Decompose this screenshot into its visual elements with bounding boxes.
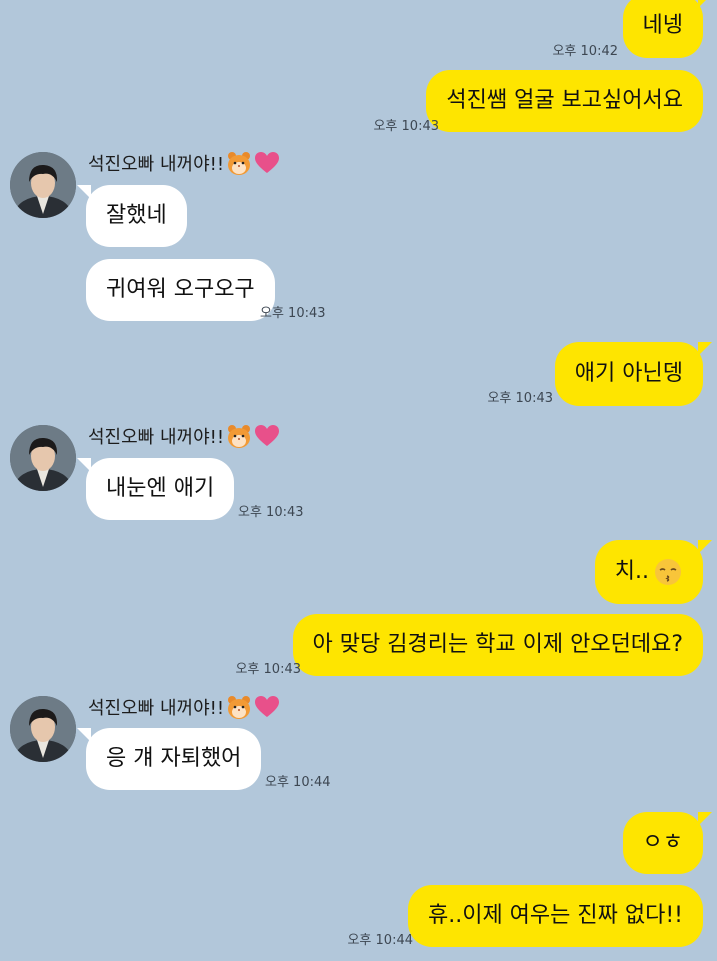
hamster-face-icon [228, 425, 251, 448]
hamster-face-icon [228, 696, 251, 719]
message-timestamp: 오후 10:44 [347, 933, 413, 948]
kissing-face-icon [655, 559, 681, 585]
contact-name: 석진오빠 내꺼야!! [88, 694, 280, 720]
message-text: 치.. [614, 559, 649, 584]
message-timestamp: 오후 10:43 [487, 391, 553, 406]
message-bubble-outgoing[interactable]: 치.. [594, 540, 713, 604]
message-text: 네넹 [642, 13, 683, 38]
message-timestamp: 오후 10:43 [373, 119, 439, 134]
message-timestamp: 오후 10:42 [552, 44, 618, 59]
message-text: 잘했네 [106, 203, 167, 228]
message-text: 아 맞당 김경리는 학교 이제 안오던데요? [312, 632, 683, 657]
message-text: 휴..이제 여우는 진짜 없다!! [427, 903, 683, 928]
heart-icon [255, 696, 280, 717]
message-bubble-outgoing[interactable]: ㅇㅎ [622, 812, 713, 874]
message-text: 응 걔 자퇴했어 [106, 746, 242, 771]
message-bubble-incoming[interactable]: 내눈엔 애기 [76, 458, 235, 520]
message-text: ㅇㅎ [642, 830, 683, 855]
message-timestamp: 오후 10:44 [265, 775, 331, 790]
heart-icon [255, 425, 280, 446]
message-timestamp: 오후 10:43 [260, 306, 326, 321]
message-bubble-outgoing[interactable]: 애기 아닌뎅 [554, 342, 713, 406]
message-bubble-outgoing[interactable]: 석진쌤 얼굴 보고싶어서요 [426, 70, 703, 132]
contact-name: 석진오빠 내꺼야!! [88, 423, 280, 449]
message-timestamp: 오후 10:43 [238, 505, 304, 520]
contact-avatar[interactable] [10, 152, 76, 218]
message-bubble-outgoing[interactable]: 네넹 [622, 0, 713, 58]
profile-photo-icon [10, 152, 76, 218]
message-text: 애기 아닌뎅 [574, 361, 683, 386]
message-bubble-incoming[interactable]: 잘했네 [77, 185, 187, 247]
contact-name: 석진오빠 내꺼야!! [88, 150, 280, 176]
message-bubble-incoming[interactable]: 귀여워 오구오구 [86, 259, 275, 321]
profile-photo-icon [10, 425, 76, 491]
message-text: 내눈엔 애기 [106, 476, 215, 501]
profile-photo-icon [10, 696, 76, 762]
message-bubble-outgoing[interactable]: 휴..이제 여우는 진짜 없다!! [407, 885, 703, 947]
contact-avatar[interactable] [10, 425, 76, 491]
heart-icon [255, 152, 280, 173]
contact-avatar[interactable] [10, 696, 76, 762]
message-text: 귀여워 오구오구 [106, 277, 255, 302]
hamster-face-icon [228, 152, 251, 175]
message-timestamp: 오후 10:43 [235, 662, 301, 677]
message-bubble-incoming[interactable]: 응 걔 자퇴했어 [76, 728, 262, 790]
message-bubble-outgoing[interactable]: 아 맞당 김경리는 학교 이제 안오던데요? [292, 614, 703, 676]
message-text: 석진쌤 얼굴 보고싶어서요 [446, 88, 683, 113]
